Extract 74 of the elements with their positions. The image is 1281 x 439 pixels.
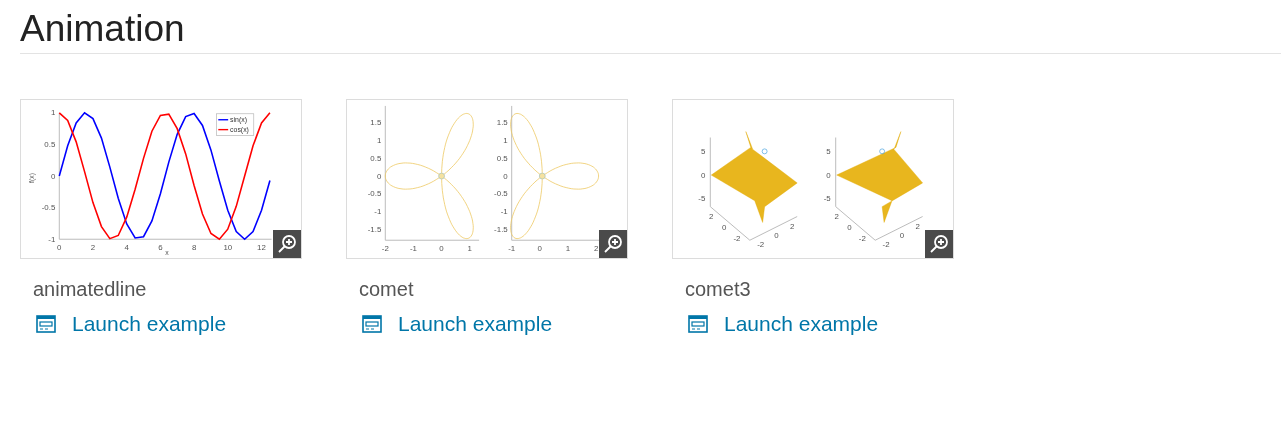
legend [216,113,255,136]
zoom-button[interactable] [599,230,627,258]
window-icon [362,314,382,334]
tick-label: 2 [709,212,714,221]
tick-label: -0.5 [494,189,508,199]
example-name: animatedline [33,277,148,301]
tick-label: -2 [757,239,765,249]
zoom-in-icon [277,234,297,254]
tick-label: 0 [826,170,831,180]
window-icon [688,314,708,334]
tick-label: 1 [467,243,472,253]
tick-label: -1 [500,207,508,217]
launch-example-link[interactable]: Launch example [362,311,553,337]
page-title: Animation [20,8,185,50]
window-icon [36,314,56,334]
tick-label: -0.5 [367,189,382,199]
tick-label: -5 [823,194,831,204]
launch-example-link[interactable]: Launch example [688,311,879,337]
tick-label: 12 [257,242,266,252]
zoom-in-icon [929,234,949,254]
marker [539,172,546,180]
tick-label: 6 [158,242,163,252]
example-name: comet [359,277,415,301]
tick-label: -2 [882,239,890,249]
tick-label: -2 [858,233,866,243]
tick-label: 0 [774,230,779,240]
tick-label: 5 [700,146,706,156]
tick-label: 1 [503,136,508,145]
tick-label: 0 [700,170,706,180]
tick-label: -5 [698,194,706,204]
tick-label: -1.5 [494,224,508,234]
zoom-in-icon [603,234,623,254]
tick-label: 0 [439,243,444,253]
tick-label: 1.5 [370,118,382,128]
tick-label: 1 [376,136,382,145]
tick-label: 0.5 [44,139,56,149]
marker [761,148,768,155]
tick-label: -2 [381,243,389,253]
zoom-button[interactable] [925,230,953,258]
marker [438,172,445,180]
tick-label: -1.5 [367,224,382,234]
tick-label: 0.5 [496,153,508,163]
tick-label: 0 [847,222,852,232]
tick-label: 1.5 [496,118,508,128]
example-name: comet3 [685,277,752,301]
tick-label: 0 [376,171,382,181]
tick-label: -1 [48,234,56,244]
tick-label: 0 [537,243,543,253]
tick-label: 0.5 [370,153,382,163]
tick-label: 8 [191,242,197,252]
tick-label: 2 [593,243,599,253]
tick-label: 2 [915,221,920,231]
tick-label: 1 [50,108,56,118]
tick-label: -1 [409,243,417,253]
tick-label: 0 [503,171,508,181]
tick-label: -1 [374,207,382,217]
tick-label: 5 [826,146,831,156]
tick-label: 2 [790,221,795,231]
tick-label: 2 [90,242,96,252]
tick-label: 4 [124,242,129,252]
launch-example-link[interactable]: Launch example [36,311,227,337]
tick-label: 2 [834,212,839,221]
tick-label: 0 [721,222,727,232]
legend-swatch [217,128,229,131]
marker [879,148,885,155]
zoom-button[interactable] [273,230,301,258]
tick-label: 0 [50,171,56,181]
tick-label: -2 [733,233,741,243]
tick-label: -0.5 [41,203,56,213]
tick-label: 0 [57,242,62,252]
tick-label: 10 [223,242,233,252]
tick-label: 0 [899,230,905,240]
tick-label: -1 [508,243,516,253]
tick-label: 1 [565,243,571,253]
